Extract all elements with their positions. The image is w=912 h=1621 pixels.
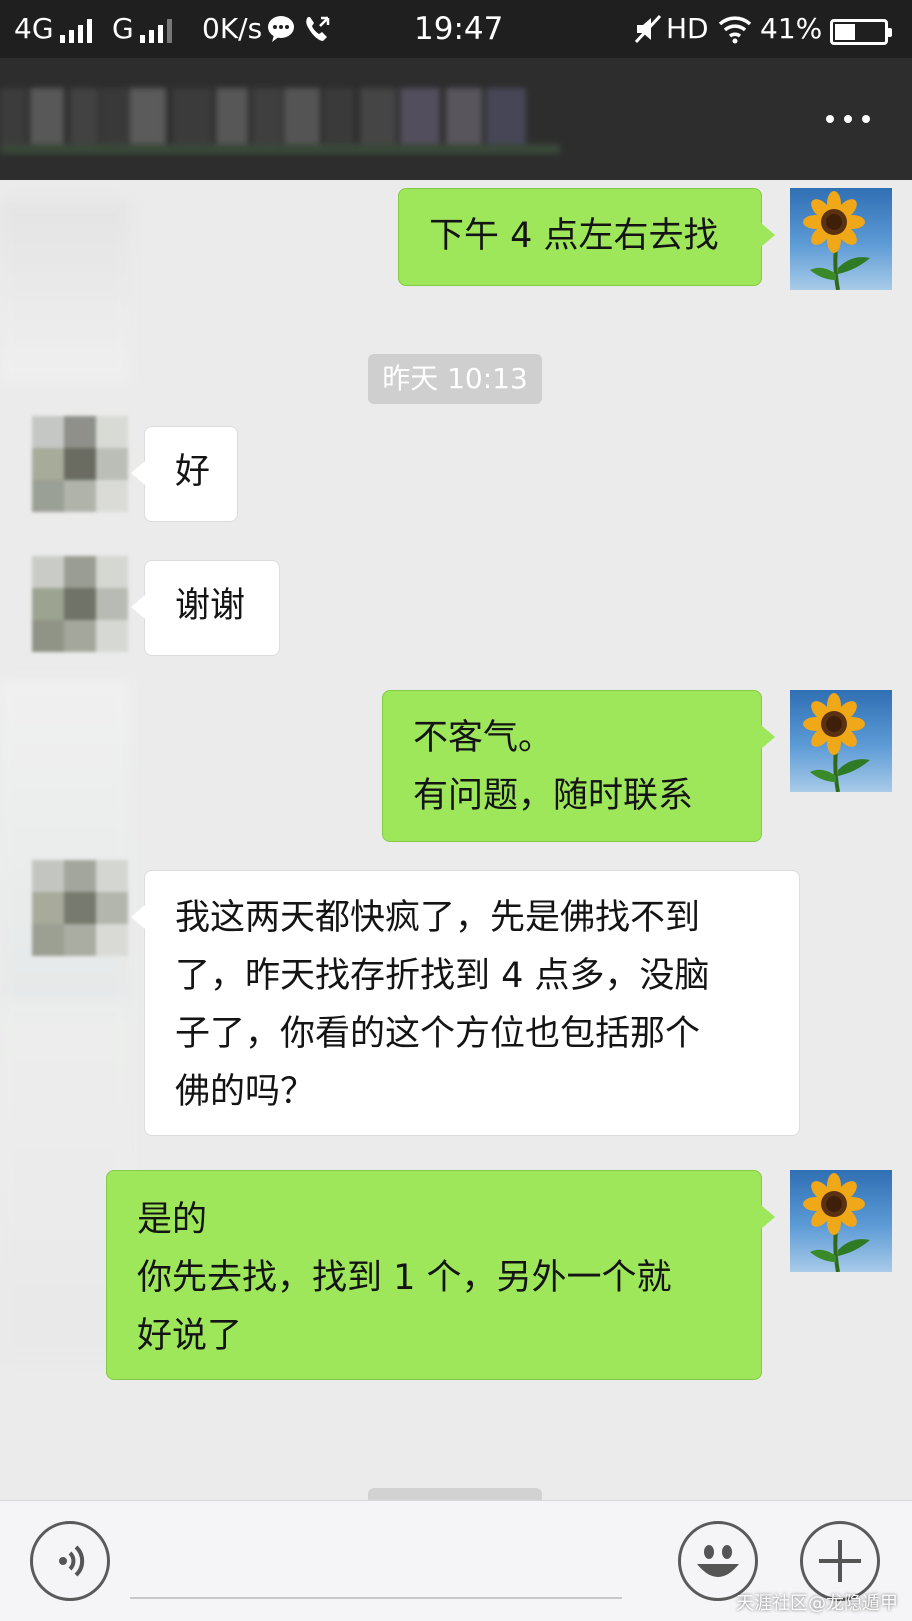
contact-avatar-blurred-2[interactable] <box>32 556 128 652</box>
signal-icon-2 <box>139 19 176 46</box>
voice-button[interactable] <box>30 1521 110 1601</box>
sunflower-avatar-2[interactable] <box>790 690 892 792</box>
network-speed: 0K/s <box>202 12 263 45</box>
network-g-label: G <box>112 12 134 45</box>
message-input[interactable] <box>130 1597 622 1599</box>
message-bubble-incoming-2[interactable]: 谢谢 <box>131 560 280 656</box>
blurred-contact-name <box>0 88 560 154</box>
input-bar: 天涯社区@龙隐遁甲 <box>0 1500 912 1621</box>
voice-icon <box>59 1545 85 1577</box>
message-bubble-incoming-3[interactable]: 我这两天都快疯了，先是佛找不到 了，昨天找存折找到 4 点多，没脑 子了，你看的… <box>131 870 800 1136</box>
contact-avatar-blurred[interactable] <box>32 416 128 512</box>
battery-icon <box>824 14 892 48</box>
message-bubble-incoming[interactable]: 好 <box>131 426 238 522</box>
sunflower-avatar[interactable] <box>790 188 892 290</box>
chat-bubble-icon <box>266 14 296 52</box>
wifi-icon <box>718 14 752 52</box>
message-bubble-outgoing-3[interactable]: 是的 你先去找，找到 1 个，另外一个就 好说了 <box>106 1170 775 1380</box>
network-4g-label: 4G <box>14 12 54 45</box>
clock: 19:47 <box>414 11 504 47</box>
battery-percent: 41% <box>760 12 823 45</box>
watermark: 天涯社区@龙隐遁甲 <box>736 1593 898 1614</box>
chat-header <box>0 58 912 180</box>
mute-icon <box>634 14 662 52</box>
blurred-avatar-strip <box>0 200 130 380</box>
timestamp-chip: 昨天 10:13 <box>368 354 542 404</box>
contact-avatar-blurred-3[interactable] <box>32 860 128 956</box>
emoji-icon <box>697 1545 739 1577</box>
signal-icon <box>59 19 96 46</box>
hd-label: HD <box>666 12 709 45</box>
message-bubble-outgoing-2[interactable]: 不客气。 有问题，随时联系 <box>382 690 775 842</box>
phone-call-icon <box>302 14 332 52</box>
network-4g: 4G <box>14 12 96 46</box>
network-g: G <box>112 12 176 46</box>
message-bubble-outgoing[interactable]: 下午 4 点左右去找 <box>398 188 775 286</box>
battery-fill <box>835 24 855 40</box>
more-button[interactable] <box>818 102 878 136</box>
plus-icon <box>819 1540 861 1582</box>
chat-area[interactable]: 下午 4 点左右去找 昨天 10:13 好 谢谢 不客气。 有问题，随时联系 我… <box>0 180 912 1500</box>
blurred-avatar-strip-2 <box>0 680 130 1020</box>
status-bar: 4G G 0K/s 19:47 HD 41% <box>0 0 912 58</box>
sunflower-avatar-3[interactable] <box>790 1170 892 1272</box>
